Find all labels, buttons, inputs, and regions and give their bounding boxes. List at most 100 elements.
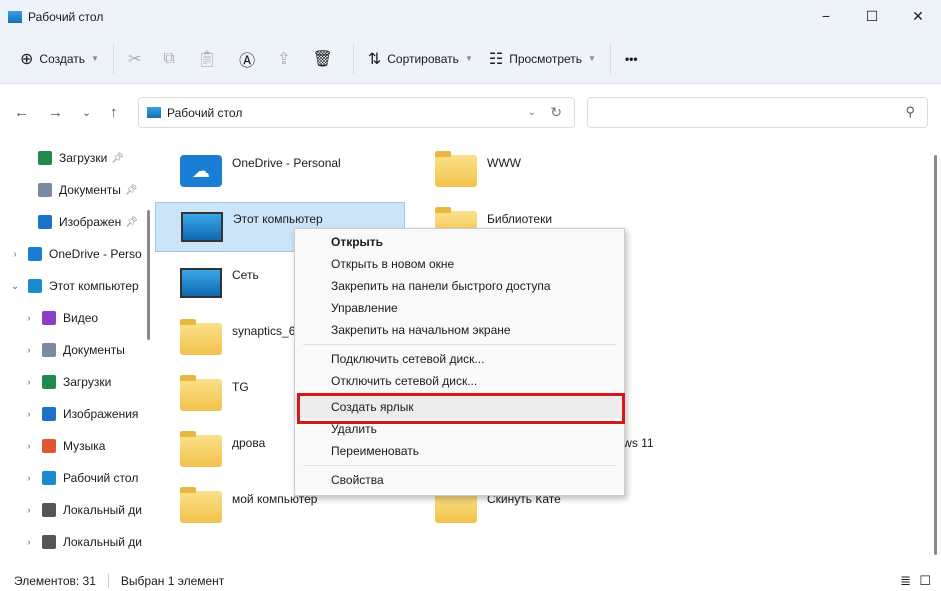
paste-button[interactable]: 📋︎: [189, 42, 231, 76]
back-button[interactable]: ←: [14, 104, 29, 121]
chevron-right-icon[interactable]: ›: [22, 409, 36, 420]
details-view-icon[interactable]: ≣: [900, 573, 911, 589]
sidebar-item[interactable]: › Изображения: [0, 400, 145, 428]
sidebar-item-label: Локальный ди: [63, 535, 142, 549]
folder-icon: [42, 503, 56, 517]
sidebar-item-label: Локальный ди: [63, 503, 142, 517]
navigation-pane: Загрузки 📌︎ Документы 📌︎ Изображен 📌︎ › OneDriv…: [0, 140, 145, 570]
chevron-right-icon[interactable]: ›: [22, 313, 36, 324]
sidebar-item[interactable]: Загрузки 📌︎: [0, 144, 145, 172]
file-item[interactable]: ☁ OneDrive - Personal: [155, 146, 405, 196]
menu-item[interactable]: Закрепить на начальном экране: [295, 319, 624, 341]
recent-dropdown[interactable]: ⌄: [82, 106, 91, 119]
sidebar-item[interactable]: ⌄ Этот компьютер: [0, 272, 145, 300]
forward-button[interactable]: →: [48, 104, 63, 121]
menu-item[interactable]: Закрепить на панели быстрого доступа: [295, 275, 624, 297]
pin-icon: 📌︎: [125, 216, 138, 228]
address-bar[interactable]: Рабочий стол ⌄ ↻: [138, 97, 575, 128]
address-path: Рабочий стол: [167, 105, 243, 120]
search-icon: ⚲: [905, 104, 915, 119]
folder-icon: [42, 535, 56, 549]
chevron-right-icon[interactable]: ›: [22, 505, 36, 516]
create-label: Создать: [39, 51, 86, 66]
minimize-button[interactable]: −: [803, 0, 849, 32]
sidebar-item[interactable]: › Локальный ди: [0, 528, 145, 556]
sidebar-scrollbar[interactable]: [147, 210, 150, 340]
sidebar-item-label: Изображен: [59, 215, 122, 229]
sidebar-item-label: Рабочий стол: [63, 471, 139, 485]
menu-item[interactable]: Открыть в новом окне: [295, 253, 624, 275]
menu-item[interactable]: Открыть: [295, 231, 624, 253]
sidebar-item-label: Музыка: [63, 439, 106, 453]
delete-button[interactable]: 🗑︎: [305, 42, 347, 76]
sidebar-item-label: Документы: [63, 343, 125, 357]
folder-icon: [28, 247, 42, 261]
menu-item[interactable]: Отключить сетевой диск...: [295, 370, 624, 392]
command-bar: ⊕ Создать ▼ ✂ ⧉ 📋︎ Ⓐ ⇪ 🗑︎ ⇅ Сортировать ▼ ☷ П…: [0, 34, 941, 84]
create-button[interactable]: ⊕ Создать ▼: [12, 42, 107, 76]
file-item[interactable]: WWW: [410, 146, 660, 196]
file-name: Этот компьютер: [233, 212, 323, 226]
file-name: Библиотеки: [487, 212, 553, 226]
folder-icon: [42, 343, 56, 357]
sidebar-item[interactable]: › Рабочий стол: [0, 464, 145, 492]
sort-label: Сортировать: [387, 51, 459, 66]
chevron-right-icon[interactable]: ›: [8, 249, 22, 260]
divider: [609, 43, 611, 74]
menu-item[interactable]: Подключить сетевой диск...: [295, 348, 624, 370]
chevron-right-icon[interactable]: ›: [22, 473, 36, 484]
status-bar: Элементов: 31 Выбран 1 элемент ≣ ☐: [0, 570, 941, 591]
chevron-down-icon[interactable]: ⌄: [528, 107, 536, 118]
sidebar-item[interactable]: › Загрузки: [0, 368, 145, 396]
folder-icon: [42, 471, 56, 485]
context-menu: Открыть Открыть в новом окне Закрепить на …: [294, 228, 625, 496]
chevron-right-icon[interactable]: ›: [22, 537, 36, 548]
sidebar-item[interactable]: › Музыка: [0, 432, 145, 460]
sidebar-item[interactable]: Документы 📌︎: [0, 176, 145, 204]
chevron-right-icon[interactable]: ›: [22, 377, 36, 388]
highlight-annotation: [297, 393, 625, 424]
window-title: Рабочий стол: [28, 10, 104, 24]
chevron-down-icon[interactable]: ⌄: [8, 281, 22, 292]
rename-button[interactable]: Ⓐ: [231, 42, 269, 76]
close-button[interactable]: ✕: [895, 0, 941, 32]
refresh-icon[interactable]: ↻: [550, 104, 562, 121]
search-input[interactable]: ⚲: [587, 97, 928, 128]
chevron-right-icon[interactable]: ›: [22, 345, 36, 356]
divider: [352, 43, 354, 74]
copy-button[interactable]: ⧉: [155, 42, 188, 76]
tiles-view-icon[interactable]: ☐: [919, 573, 931, 589]
view-button[interactable]: ☷ Просмотреть ▼: [481, 42, 604, 76]
sidebar-item[interactable]: › OneDrive - Perso: [0, 240, 145, 268]
title-bar: Рабочий стол − ☐ ✕: [0, 0, 941, 34]
sidebar-item[interactable]: Изображен 📌︎: [0, 208, 145, 236]
sidebar-item-label: Загрузки: [59, 151, 108, 165]
folder-icon: [42, 311, 56, 325]
folder-icon: [42, 439, 56, 453]
sort-button[interactable]: ⇅ Сортировать ▼: [360, 42, 481, 76]
sidebar-item-label: OneDrive - Perso: [49, 247, 142, 261]
content-scrollbar[interactable]: [931, 140, 941, 570]
chevron-right-icon[interactable]: ›: [22, 441, 36, 452]
cut-button[interactable]: ✂: [120, 42, 155, 76]
sidebar-item-label: Загрузки: [63, 375, 112, 389]
trash-icon: 🗑︎: [312, 50, 333, 68]
menu-item[interactable]: Управление: [295, 297, 624, 319]
divider: [112, 43, 114, 74]
more-button[interactable]: •••: [617, 42, 646, 76]
cloud-icon: ☁: [180, 155, 222, 187]
folder-icon: [38, 215, 52, 229]
menu-item[interactable]: Свойства: [295, 469, 624, 491]
maximize-button[interactable]: ☐: [849, 0, 895, 32]
sidebar-item[interactable]: › Локальный ди: [0, 496, 145, 524]
folder-icon: [435, 151, 477, 187]
folder-icon: [38, 183, 52, 197]
share-button[interactable]: ⇪: [269, 42, 304, 76]
sidebar-item[interactable]: › Видео: [0, 304, 145, 332]
sidebar-item[interactable]: › Документы: [0, 336, 145, 364]
up-button[interactable]: ↑: [110, 104, 118, 121]
copy-icon: ⧉: [163, 49, 175, 67]
menu-item[interactable]: Переименовать: [295, 440, 624, 462]
file-name: OneDrive - Personal: [232, 156, 341, 170]
file-name: Сеть: [232, 268, 259, 282]
